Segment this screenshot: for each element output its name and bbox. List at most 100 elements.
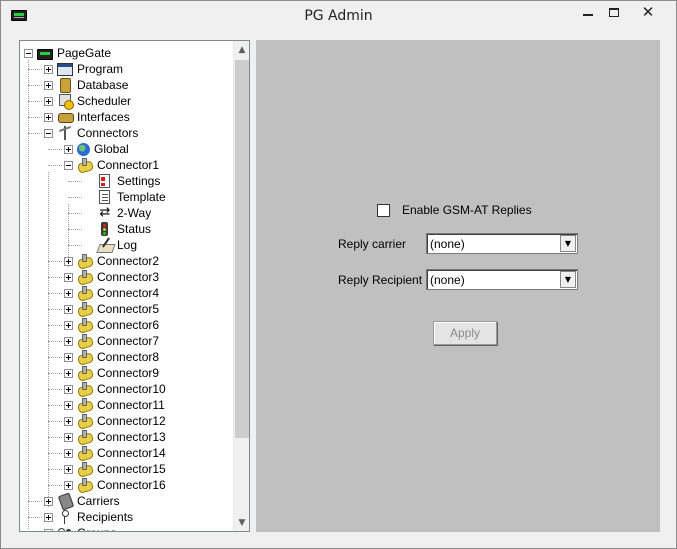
expand-plus-icon[interactable] xyxy=(64,448,73,458)
close-icon: ✕ xyxy=(641,3,655,21)
enable-gsm-replies-checkbox[interactable] xyxy=(377,203,390,217)
tree-guide-line xyxy=(48,469,62,470)
expand-plus-icon[interactable] xyxy=(64,400,73,410)
expand-plus-icon[interactable] xyxy=(64,256,73,266)
tree-item[interactable]: Connectors xyxy=(44,125,138,141)
tree-guide-line xyxy=(48,357,62,358)
expand-plus-icon[interactable] xyxy=(64,336,73,346)
tree-item[interactable]: Connector6 xyxy=(64,317,159,333)
expand-plus-icon[interactable] xyxy=(64,352,73,362)
tree-item[interactable]: Connector13 xyxy=(64,429,166,445)
tree-item[interactable]: Connector5 xyxy=(64,301,159,317)
expand-plus-icon[interactable] xyxy=(64,368,73,378)
expand-plus-icon[interactable] xyxy=(64,320,73,330)
expand-plus-icon[interactable] xyxy=(44,80,53,90)
collapse-minus-icon[interactable] xyxy=(44,128,53,138)
tree-item[interactable]: Scheduler xyxy=(44,93,131,110)
tree-item[interactable]: Log xyxy=(84,237,137,253)
close-button[interactable]: ✕ xyxy=(625,1,671,23)
expand-plus-icon[interactable] xyxy=(64,272,73,282)
expand-plus-icon[interactable] xyxy=(64,416,73,426)
expand-plus-icon[interactable] xyxy=(64,144,73,154)
tree-item[interactable]: Database xyxy=(44,77,128,93)
tree-guide-line xyxy=(48,261,62,262)
tree-item-label: Connector11 xyxy=(97,398,165,412)
pg-admin-window: PG Admin ✕ PageGate Program Database Schedu… xyxy=(0,0,677,549)
database-icon xyxy=(57,77,73,93)
collapse-minus-icon[interactable] xyxy=(64,160,73,170)
scheduler-icon xyxy=(57,93,74,110)
connector-icon xyxy=(77,285,93,301)
connector-icon xyxy=(77,253,93,269)
reply-carrier-select[interactable]: (none) ▼ xyxy=(426,233,578,254)
expand-plus-icon[interactable] xyxy=(44,496,53,506)
program-icon xyxy=(57,62,73,76)
tree-item[interactable]: Template xyxy=(84,189,166,205)
tree-item[interactable]: Connector9 xyxy=(64,365,159,381)
tree-item[interactable]: Connector14 xyxy=(64,445,166,461)
expand-plus-icon[interactable] xyxy=(64,384,73,394)
enable-gsm-replies-row[interactable]: Enable GSM-AT Replies xyxy=(377,203,532,217)
tree-item[interactable]: Connector11 xyxy=(64,397,165,413)
tree-guide-line xyxy=(48,172,49,507)
tree-item[interactable]: Connector12 xyxy=(64,413,166,429)
tree-item[interactable]: Recipients xyxy=(44,509,133,525)
tree-viewport[interactable]: PageGate Program Database Scheduler Interfac… xyxy=(20,41,232,531)
expand-plus-icon[interactable] xyxy=(44,512,53,522)
tree-item[interactable]: Connector7 xyxy=(64,333,159,349)
scroll-down-arrow-icon[interactable]: ▼ xyxy=(234,514,249,531)
tree-item-label: Connector15 xyxy=(97,462,166,476)
tree-vertical-scrollbar[interactable]: ▲ ▼ xyxy=(233,41,249,531)
expand-plus-icon[interactable] xyxy=(64,432,73,442)
collapse-minus-icon[interactable] xyxy=(24,48,33,58)
tree-item[interactable]: Connector3 xyxy=(64,269,159,285)
tree-item[interactable]: ⇄ 2-Way xyxy=(84,205,152,221)
tree-item[interactable]: PageGate xyxy=(24,45,111,61)
chevron-down-icon[interactable]: ▼ xyxy=(560,235,576,252)
connector-icon xyxy=(77,365,93,381)
tree-item[interactable]: Carriers xyxy=(44,493,120,509)
chevron-down-icon[interactable]: ▼ xyxy=(560,271,576,288)
tree-item[interactable]: Connector2 xyxy=(64,253,159,269)
scroll-up-arrow-icon[interactable]: ▲ xyxy=(234,41,249,58)
status-light-icon xyxy=(97,221,113,237)
expand-plus-icon[interactable] xyxy=(44,528,53,531)
tree-item[interactable]: Connector10 xyxy=(64,381,166,397)
tree-item-label: Status xyxy=(117,222,152,236)
expand-plus-icon[interactable] xyxy=(44,112,53,122)
tree-item[interactable]: Connector16 xyxy=(64,477,166,493)
connectors-icon xyxy=(57,125,73,141)
tree-item-label: PageGate xyxy=(57,46,112,60)
tree-item[interactable]: Connector4 xyxy=(64,285,159,301)
tree-item[interactable]: Status xyxy=(84,221,151,237)
expand-plus-icon[interactable] xyxy=(64,464,73,474)
scroll-thumb[interactable] xyxy=(235,60,249,438)
groups-icon xyxy=(57,525,73,531)
expand-plus-icon[interactable] xyxy=(44,64,53,74)
tree-guide-line xyxy=(48,149,62,150)
connector-icon xyxy=(77,333,93,349)
tree-item[interactable]: Connector1 xyxy=(64,157,159,173)
expand-plus-icon[interactable] xyxy=(64,288,73,298)
tree-guide-line xyxy=(48,373,62,374)
title-bar: PG Admin ✕ xyxy=(1,1,676,31)
tree-guide-line xyxy=(28,501,42,502)
expand-plus-icon[interactable] xyxy=(44,96,53,106)
expand-plus-icon[interactable] xyxy=(64,480,73,490)
tree-item[interactable]: Groups xyxy=(44,525,116,531)
tree-guide-line xyxy=(28,85,42,86)
apply-button[interactable]: Apply xyxy=(433,321,497,345)
connector-icon xyxy=(77,349,93,365)
tree-item[interactable]: Interfaces xyxy=(44,109,130,125)
tree-item-label: Connector16 xyxy=(97,478,166,492)
tree-item[interactable]: Connector15 xyxy=(64,461,166,477)
tree-item[interactable]: Settings xyxy=(84,173,160,189)
tree-item[interactable]: Connector8 xyxy=(64,349,159,365)
connector-2way-settings-panel: Enable GSM-AT Replies Reply carrier (non… xyxy=(256,40,660,532)
tree-item[interactable]: Global xyxy=(64,141,129,157)
expand-plus-icon[interactable] xyxy=(64,304,73,314)
tree-item[interactable]: Program xyxy=(44,61,123,77)
template-icon xyxy=(99,190,110,204)
tree-guide-line xyxy=(48,277,62,278)
reply-recipient-select[interactable]: (none) ▼ xyxy=(426,269,578,290)
